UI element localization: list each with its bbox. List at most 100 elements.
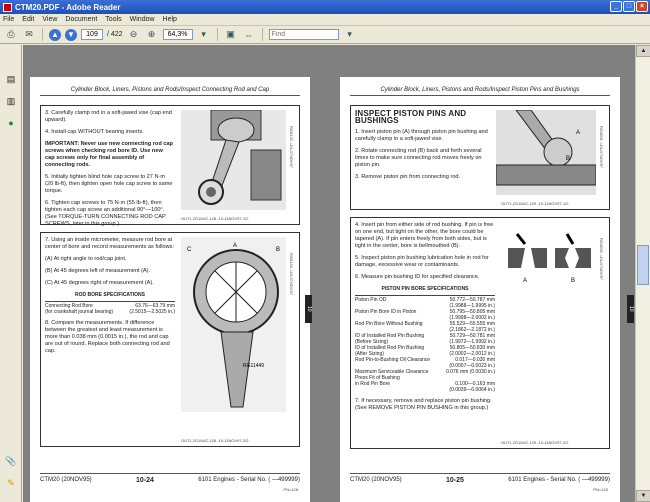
- zoom-in-icon[interactable]: ⊕: [145, 28, 159, 41]
- zoom-out-icon[interactable]: ⊖: [127, 28, 141, 41]
- step-6: 6. Tighten cap screws to 75 N·m (55 lb-f…: [45, 200, 166, 227]
- adobe-reader-icon: [3, 2, 12, 12]
- procedure-box-1: INSPECT PISTON PINS AND BUSHINGS 1. Inse…: [350, 105, 610, 210]
- window-title: CTM20.PDF - Adobe Reader: [15, 2, 121, 12]
- toolbar-separator: [261, 28, 263, 41]
- page-number: 10-24: [136, 477, 154, 484]
- measurement-b: (B) At 45 degrees left of measurement (A…: [45, 268, 151, 274]
- measurement-a: (A) At right angle to rod/cap joint.: [45, 256, 127, 262]
- step-4: 4. Insert pin from either side of rod bu…: [355, 222, 494, 249]
- spec-value: (0.0039—0.0064 in.): [449, 387, 495, 393]
- spec-row: (0.0039—0.0064 in.): [355, 387, 495, 393]
- figure-ref: RG6133 -UN-07NOV97: [289, 126, 294, 169]
- vertical-scrollbar[interactable]: ▲ ▼: [635, 45, 650, 502]
- svg-text:B: B: [571, 278, 575, 284]
- doc-ref: OUT1,2G16UC,128 -19-11NOV97-1/2: [181, 216, 249, 221]
- menu-view[interactable]: View: [42, 16, 57, 23]
- connecting-rod-vise-image: [181, 110, 286, 210]
- figure-ref: RG4952 -UN-07NOV97: [599, 238, 604, 281]
- page-total: / 422: [107, 31, 123, 38]
- step-3: 3. Remove piston pin from connecting rod…: [355, 174, 461, 180]
- step-4: 4. Install cap WITHOUT bearing inserts.: [45, 129, 144, 135]
- svg-text:B: B: [566, 156, 570, 162]
- page-number-input[interactable]: [81, 29, 103, 40]
- title-bar: CTM20.PDF - Adobe Reader _ □ ×: [0, 0, 650, 14]
- zoom-input[interactable]: [162, 29, 193, 40]
- figure-ref: RG6134 -UN-07NOV97: [289, 253, 294, 296]
- spec-value: 0.076 mm (0.0030 in.): [446, 369, 495, 375]
- step-5: 5. Inspect piston pin bushing lubricatio…: [355, 255, 489, 268]
- previous-page-icon[interactable]: ▲: [49, 28, 61, 41]
- fit-width-icon[interactable]: ⇔: [242, 28, 256, 41]
- rod-bore-diagram: C A B RG11449: [181, 237, 286, 412]
- footer-doc-id: CTM20 (20NOV95): [40, 477, 92, 483]
- menu-window[interactable]: Window: [130, 16, 155, 23]
- doc-ref: OUT1,2G16UC,129 -19-11NOV97-1/2: [501, 201, 569, 206]
- page-header: Cylinder Block, Liners, Pistons and Rods…: [40, 87, 300, 96]
- step-5: 5. Initially tighten blind hole cap scre…: [45, 174, 173, 194]
- footer-doc-id: CTM20 (20NOV95): [350, 477, 402, 483]
- next-page-icon[interactable]: ▼: [65, 28, 77, 41]
- procedure-box-1: 3. Carefully clamp rod in a soft-jawed v…: [40, 105, 300, 227]
- page-header: Cylinder Block, Liners, Pistons and Rods…: [350, 87, 610, 96]
- find-input[interactable]: [268, 29, 339, 40]
- spec-label: in Rod Pin Bore: [355, 381, 391, 387]
- scroll-down-arrow[interactable]: ▼: [636, 490, 650, 502]
- find-dropdown-icon[interactable]: ▾: [343, 28, 357, 41]
- bushing-bore-diagram: A B: [503, 226, 598, 286]
- menu-file[interactable]: File: [3, 16, 14, 23]
- svg-text:A: A: [523, 278, 527, 284]
- procedure-box-2: 4. Insert pin from either side of rod bu…: [350, 217, 610, 449]
- toolbar-separator: [216, 28, 218, 41]
- step-7: 7. Using an inside micrometer, measure r…: [45, 237, 175, 250]
- spec-value: 63.76—63.79 mm (2.5015—2.5025 in.): [129, 303, 175, 315]
- menu-document[interactable]: Document: [65, 16, 97, 23]
- figure-ref: RG4951 -UN-07NOV97: [599, 126, 604, 169]
- spec-label: Rod Pin-to-Bushing Oil Clearance: [355, 357, 431, 363]
- right-page: Cylinder Block, Liners, Pistons and Rods…: [340, 77, 620, 502]
- doc-ref: OUT1,2G16UC,128 -19-11NOV97-2/2: [181, 438, 249, 443]
- menu-edit[interactable]: Edit: [22, 16, 34, 23]
- step-6: 6. Measure pin bushing ID for specified …: [355, 274, 480, 280]
- spec-label: Piston Pin OD: [355, 297, 387, 303]
- image-label: RG11449: [243, 363, 264, 369]
- spec-title: PISTON PIN BORE SPECIFICATIONS: [381, 286, 469, 292]
- attachments-icon[interactable]: 📎: [5, 455, 17, 467]
- menu-tools[interactable]: Tools: [105, 16, 121, 23]
- page-footer: CTM20 (20NOV95) 10-25 6101 Engines - Ser…: [350, 473, 610, 484]
- help-icon[interactable]: ●: [5, 117, 17, 129]
- section-tab: 10: [305, 295, 312, 323]
- spec-title: ROD BORE SPECIFICATIONS: [75, 292, 145, 298]
- svg-text:A: A: [576, 130, 580, 136]
- step-1: 1. Insert piston pin (A) through piston …: [355, 129, 488, 142]
- document-area[interactable]: Cylinder Block, Liners, Pistons and Rods…: [23, 45, 635, 502]
- toolbar: ⎙ ✉ ▲ ▼ / 422 ⊖ ⊕ ▾ ▣ ⇔ ▾: [0, 26, 650, 44]
- menu-help[interactable]: Help: [163, 16, 177, 23]
- step-8: 8. Compare the measurements. If differen…: [45, 320, 170, 354]
- scroll-thumb[interactable]: [637, 245, 649, 285]
- footer-serial: 6101 Engines - Serial No. ( —499999): [198, 477, 300, 483]
- step-2: 2. Rotate connecting rod (B) back and fo…: [355, 148, 482, 168]
- measurement-c: (C) At 45 degrees right of measurement (…: [45, 280, 154, 286]
- email-icon[interactable]: ✉: [22, 28, 36, 41]
- procedure-box-2: 7. Using an inside micrometer, measure r…: [40, 232, 300, 447]
- minimize-button[interactable]: _: [610, 1, 622, 12]
- bookmarks-icon[interactable]: ▥: [5, 95, 17, 107]
- svg-text:A: A: [233, 243, 237, 249]
- scroll-up-arrow[interactable]: ▲: [636, 45, 650, 57]
- pages-icon[interactable]: ▤: [5, 73, 17, 85]
- menu-bar: File Edit View Document Tools Window Hel…: [0, 14, 650, 26]
- print-icon[interactable]: ⎙: [4, 28, 18, 41]
- step-7: 7. If necessary, remove and replace pist…: [355, 398, 492, 411]
- page-number: 10-25: [446, 477, 464, 484]
- navigation-pane: ▤ ▥ ● 📎 ✎: [0, 45, 22, 502]
- spec-label: Rod Pin Bore Without Bushing: [355, 321, 423, 327]
- zoom-dropdown-icon[interactable]: ▾: [197, 28, 211, 41]
- maximize-button[interactable]: □: [623, 1, 635, 12]
- fit-page-icon[interactable]: ▣: [224, 28, 238, 41]
- footer-serial: 6101 Engines - Serial No. ( —499999): [508, 477, 610, 483]
- piston-pin-vise-image: A B: [496, 110, 596, 195]
- close-button[interactable]: ×: [636, 1, 648, 12]
- comments-icon[interactable]: ✎: [5, 477, 17, 489]
- page-footer: CTM20 (20NOV95) 10-24 6101 Engines - Ser…: [40, 473, 300, 484]
